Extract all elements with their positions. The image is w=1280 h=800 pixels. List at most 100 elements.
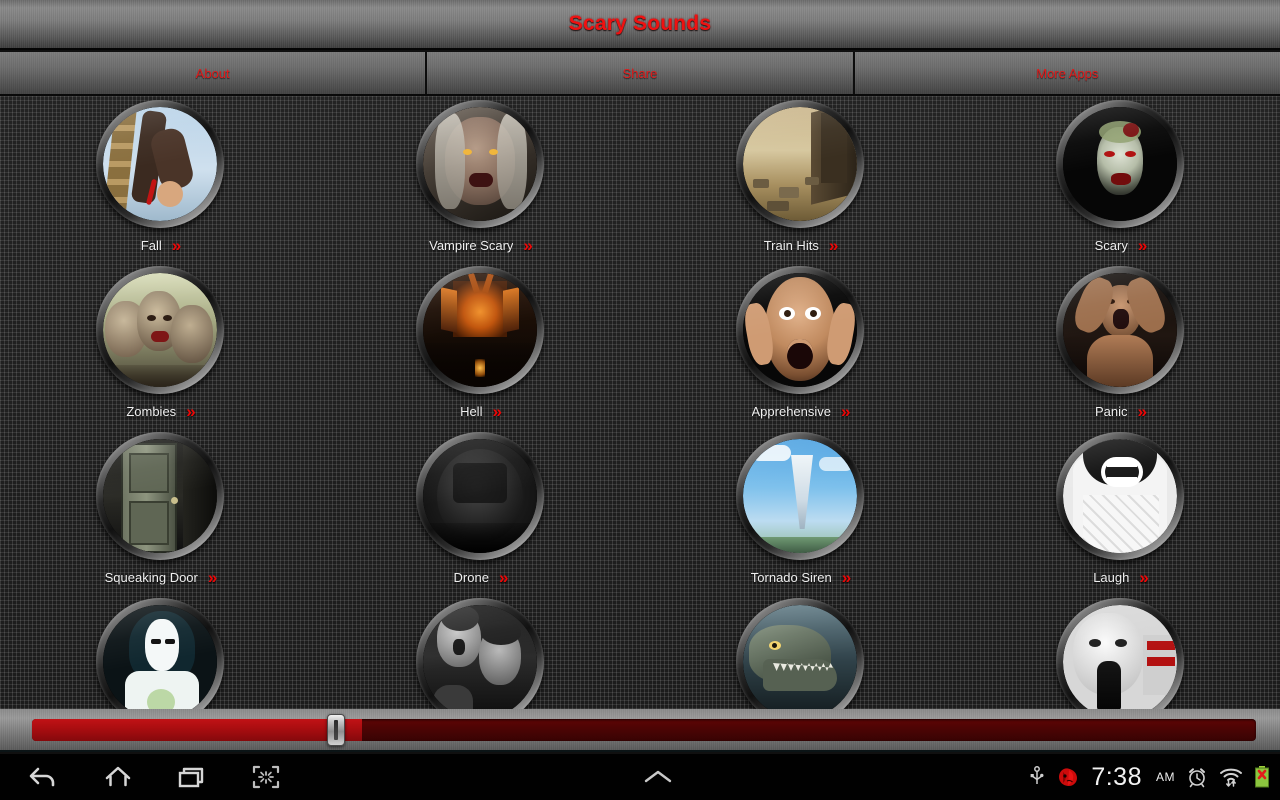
notification-expand-button[interactable] (286, 766, 1029, 788)
app-screen: Scary Sounds About Share More Apps Fall … (0, 0, 1280, 800)
sound-disc[interactable] (96, 598, 224, 709)
chevron-up-icon (644, 770, 671, 783)
disc-artwork (103, 605, 217, 709)
sound-item-apprehensive[interactable]: Apprehensive » (640, 262, 960, 428)
disc-artwork (743, 605, 857, 709)
sound-disc[interactable] (1056, 598, 1184, 709)
sound-label-row: Panic » (960, 402, 1280, 420)
sound-item-drone[interactable]: Drone » (320, 428, 640, 594)
chevron-right-icon[interactable]: » (841, 403, 851, 420)
sound-item-squeaking-door[interactable]: Squeaking Door » (0, 428, 320, 594)
app-title-bar: Scary Sounds (0, 0, 1280, 50)
sound-disc[interactable] (736, 100, 864, 228)
seekbar-area (0, 709, 1280, 752)
sound-disc[interactable] (416, 266, 544, 394)
wifi-icon (1219, 766, 1243, 788)
sound-disc[interactable] (416, 598, 544, 709)
sound-grid-row (0, 594, 1280, 709)
disc-artwork (103, 439, 217, 553)
sound-label-row: Fall » (0, 236, 320, 254)
sound-item-label: Laugh (1093, 569, 1130, 585)
sound-grid-row: Squeaking Door » Drone » Tornado Siren» La… (0, 428, 1280, 594)
sound-item-label: Train Hits (763, 237, 819, 253)
status-clock: 7:38 (1091, 762, 1142, 791)
battery-error-icon (1254, 765, 1270, 789)
chevron-right-icon[interactable]: » (492, 403, 502, 420)
tab-about[interactable]: About (0, 52, 428, 94)
page-title: Scary Sounds (568, 12, 712, 35)
disc-artwork (423, 107, 537, 221)
sound-item-label: Apprehensive (751, 403, 832, 419)
app-notification-icon[interactable] (1056, 765, 1080, 789)
sound-item-label: Squeaking Door (104, 569, 198, 585)
seek-knob[interactable] (327, 714, 345, 746)
chevron-right-icon[interactable]: » (1138, 403, 1148, 420)
sound-item-fall[interactable]: Fall » (0, 96, 320, 262)
sound-item-tornado-siren[interactable]: Tornado Siren » (640, 428, 960, 594)
sound-disc[interactable] (736, 432, 864, 560)
playback-seek-slider[interactable] (32, 719, 1256, 741)
usb-icon (1029, 766, 1045, 788)
sound-disc[interactable] (96, 100, 224, 228)
sound-disc[interactable] (96, 266, 224, 394)
sound-label-row: Apprehensive » (640, 402, 960, 420)
sound-disc[interactable] (96, 432, 224, 560)
chevron-right-icon[interactable]: » (499, 569, 509, 586)
sound-item-panic[interactable]: Panic » (960, 262, 1280, 428)
chevron-right-icon[interactable]: » (172, 237, 182, 254)
sound-item-label: Fall (140, 237, 162, 253)
nav-button-group (0, 760, 286, 794)
sound-disc[interactable] (1056, 432, 1184, 560)
nav-screenshot-button[interactable] (246, 760, 286, 794)
sound-disc[interactable] (416, 432, 544, 560)
tab-share[interactable]: Share (427, 52, 855, 94)
sound-item-laugh[interactable]: Laugh » (960, 428, 1280, 594)
sound-item-label: Panic (1095, 403, 1128, 419)
nav-back-button[interactable] (24, 760, 64, 794)
disc-artwork (103, 107, 217, 221)
sound-item-ghostgirl[interactable] (0, 594, 320, 709)
sound-label-row: Hell » (320, 402, 640, 420)
sound-item-label: Scary (1094, 237, 1128, 253)
chevron-right-icon[interactable]: » (186, 403, 196, 420)
chevron-right-icon[interactable]: » (842, 569, 852, 586)
sound-item-baby[interactable] (960, 594, 1280, 709)
sound-label-row: Zombies » (0, 402, 320, 420)
sound-grid-row: Zombies» Hell» Apprehensive » Panic » (0, 262, 1280, 428)
sound-disc[interactable] (1056, 100, 1184, 228)
sound-item-dino[interactable] (640, 594, 960, 709)
chevron-right-icon[interactable]: » (1139, 569, 1149, 586)
nav-home-button[interactable] (98, 760, 138, 794)
sound-disc[interactable] (736, 266, 864, 394)
sound-item-label: Drone (453, 569, 489, 585)
sound-item-vampire-scary[interactable]: Vampire Scary » (320, 96, 640, 262)
sound-grid: Fall » Vampire Scary» Train Hits » Scary … (0, 96, 1280, 709)
sound-grid-row: Fall » Vampire Scary» Train Hits » Scary … (0, 96, 1280, 262)
sound-disc[interactable] (1056, 266, 1184, 394)
sound-label-row: Drone » (320, 568, 640, 586)
disc-artwork (103, 273, 217, 387)
tab-more-apps[interactable]: More Apps (854, 52, 1280, 94)
sound-disc[interactable] (416, 100, 544, 228)
sound-item-hell[interactable]: Hell » (320, 262, 640, 428)
tab-about-label: About (195, 65, 230, 81)
sound-item-train-hits[interactable]: Train Hits » (640, 96, 960, 262)
disc-artwork (743, 273, 857, 387)
disc-artwork (1063, 439, 1177, 553)
disc-artwork (1063, 107, 1177, 221)
tab-share-label: Share (622, 65, 658, 81)
tab-more-apps-label: More Apps (1036, 65, 1099, 81)
sound-item-zombies[interactable]: Zombies » (0, 262, 320, 428)
chevron-right-icon[interactable]: » (523, 237, 533, 254)
seek-fill (32, 719, 363, 741)
chevron-right-icon[interactable]: » (208, 569, 218, 586)
sound-item-women[interactable] (320, 594, 640, 709)
chevron-right-icon[interactable]: » (1138, 237, 1148, 254)
sound-item-scary[interactable]: Scary » (960, 96, 1280, 262)
status-bar[interactable]: 7:38 AM (1029, 762, 1280, 791)
sound-disc[interactable] (736, 598, 864, 709)
chevron-right-icon[interactable]: » (829, 237, 839, 254)
nav-recents-button[interactable] (172, 760, 212, 794)
back-icon (29, 767, 55, 787)
sound-grid-scroll[interactable]: Fall » Vampire Scary» Train Hits » Scary … (0, 96, 1280, 709)
